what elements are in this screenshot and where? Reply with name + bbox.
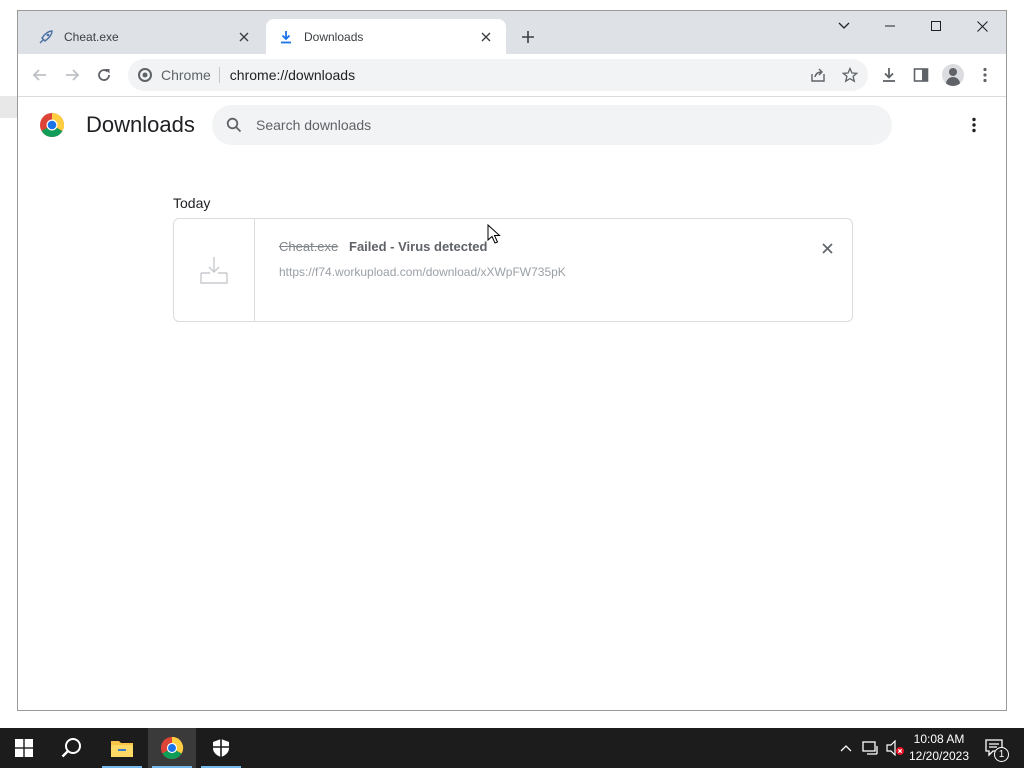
maximize-button[interactable] (913, 11, 959, 41)
kebab-menu-icon (972, 117, 976, 133)
remove-download-button[interactable] (816, 237, 838, 259)
file-download-icon (200, 257, 228, 284)
close-icon (821, 242, 833, 254)
back-button[interactable] (26, 61, 54, 89)
chrome-taskbar-button[interactable] (148, 728, 196, 768)
reload-icon (98, 69, 110, 81)
side-panel-button[interactable] (907, 61, 935, 89)
rocket-icon (38, 29, 54, 45)
browser-toolbar: Chrome chrome://downloads (18, 54, 1006, 97)
search-icon (61, 738, 81, 758)
site-chip-label: Chrome (161, 67, 211, 83)
share-button[interactable] (806, 63, 830, 87)
avatar-icon (942, 64, 964, 86)
network-tray-button[interactable] (860, 728, 882, 768)
plus-icon (522, 31, 534, 43)
download-item: Cheat.exe Failed - Virus detected https:… (173, 218, 853, 322)
chevron-up-icon (840, 745, 852, 752)
chrome-logo-icon (160, 736, 184, 760)
tab-close-icon[interactable] (478, 29, 494, 45)
tab-title: Cheat.exe (64, 29, 119, 44)
download-file-name: Cheat.exe (279, 239, 339, 254)
tab-close-icon[interactable] (236, 29, 252, 45)
folder-icon (111, 741, 133, 757)
profile-button[interactable] (939, 61, 967, 89)
action-center-button[interactable]: 1 (980, 728, 1010, 768)
tab-downloads[interactable]: Downloads (266, 19, 506, 54)
clock-time: 10:08 AM (913, 732, 965, 746)
maximize-icon (931, 21, 941, 31)
close-window-button[interactable] (959, 11, 1005, 41)
download-status: Failed - Virus detected (349, 239, 488, 254)
file-explorer-taskbar-button[interactable] (98, 728, 146, 768)
downloads-page: Downloads Today Cheat.exe Failed - Virus… (18, 97, 1006, 710)
download-source-url[interactable]: https://f74.workupload.com/download/xXWp… (279, 265, 566, 279)
speaker-muted-icon (886, 740, 904, 756)
forward-button[interactable] (58, 61, 86, 89)
desktop-window-edge (0, 96, 17, 118)
show-hidden-icons-button[interactable] (836, 728, 856, 768)
kebab-menu-icon (983, 67, 987, 83)
mouse-cursor-icon (487, 224, 501, 244)
windows-logo-icon (15, 739, 33, 757)
search-input[interactable] (256, 117, 816, 133)
minimize-icon (885, 25, 895, 27)
clock-date: 12/20/2023 (908, 749, 970, 763)
downloads-header: Downloads (18, 97, 1006, 153)
chrome-menu-button[interactable] (971, 61, 999, 89)
new-tab-button[interactable] (516, 25, 540, 49)
arrow-left-icon (32, 69, 46, 81)
browser-window: Cheat.exe Downloads Chrome chrome://down… (17, 10, 1007, 711)
taskbar: 10:08 AM 12/20/2023 1 (0, 728, 1024, 768)
tab-title: Downloads (304, 29, 364, 44)
url-text: chrome://downloads (229, 67, 356, 83)
bookmark-button[interactable] (838, 63, 862, 87)
taskbar-clock[interactable]: 10:08 AM 12/20/2023 (905, 731, 973, 765)
search-taskbar-button[interactable] (48, 728, 96, 768)
notification-count-badge: 1 (994, 747, 1009, 762)
downloads-more-actions-button[interactable] (962, 113, 986, 137)
site-chip[interactable]: Chrome (138, 67, 220, 83)
address-bar[interactable]: Chrome chrome://downloads (128, 59, 868, 91)
search-downloads-bar[interactable] (212, 105, 892, 145)
downloads-button[interactable] (875, 61, 903, 89)
side-panel-icon (913, 68, 929, 82)
network-icon (862, 741, 878, 755)
security-taskbar-button[interactable] (197, 728, 245, 768)
chevron-down-icon (838, 22, 850, 29)
reload-button[interactable] (90, 61, 118, 89)
tab-cheat-exe[interactable]: Cheat.exe (26, 19, 264, 54)
tab-strip: Cheat.exe Downloads (18, 11, 1006, 54)
chrome-logo-icon (40, 113, 65, 138)
date-section-heading: Today (173, 195, 211, 211)
start-button[interactable] (0, 728, 48, 768)
close-icon (976, 20, 988, 32)
download-icon (883, 68, 895, 82)
page-title: Downloads (86, 112, 195, 137)
minimize-button[interactable] (867, 11, 913, 41)
file-icon-cell (174, 219, 255, 321)
volume-tray-button[interactable] (884, 728, 906, 768)
shield-icon (213, 739, 229, 757)
chrome-icon (138, 68, 152, 82)
search-icon (226, 117, 242, 133)
tab-search-button[interactable] (821, 11, 867, 41)
star-icon (842, 67, 858, 83)
arrow-right-icon (66, 69, 80, 81)
download-arrow-icon (278, 29, 294, 45)
share-icon (811, 68, 825, 82)
